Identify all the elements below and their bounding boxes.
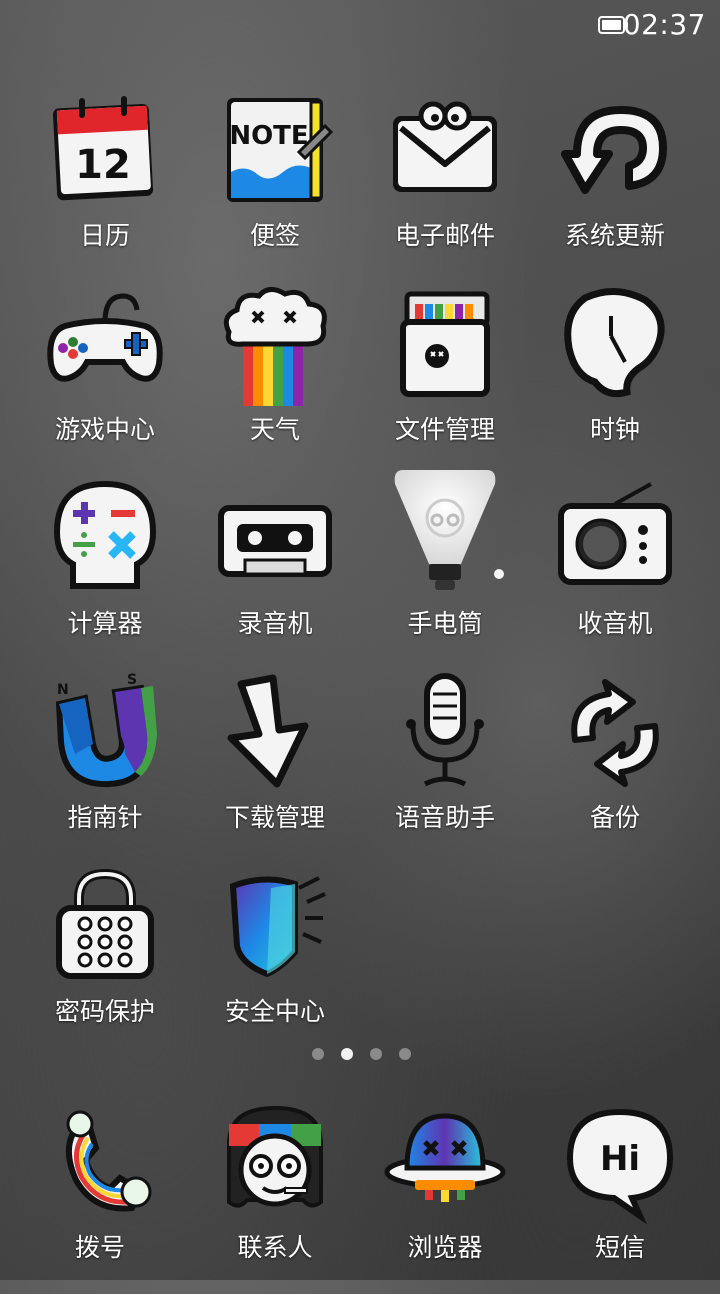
sync-arrows-icon [571, 679, 659, 787]
app-email[interactable]: 电子邮件 [360, 92, 530, 282]
app-label: 录音机 [237, 609, 313, 638]
melting-clock-icon [564, 287, 665, 398]
app-label: 备份 [589, 803, 640, 832]
app-password-protection[interactable]: 密码保护 [20, 868, 190, 1058]
app-label: 计算器 [67, 609, 143, 638]
status-bar: 02:37 [0, 0, 720, 54]
app-label: 下载管理 [224, 803, 325, 832]
app-label: 手电筒 [407, 609, 483, 638]
radio-icon [558, 482, 672, 585]
calculator-skull-icon [53, 480, 157, 589]
page-indicator[interactable] [308, 1048, 412, 1062]
gamepad-icon [47, 293, 163, 382]
dock-contacts[interactable]: 联系人 [190, 1104, 360, 1294]
app-notes[interactable]: NOTE 便签 [190, 92, 360, 282]
dock-messages[interactable]: Hi 短信 [535, 1104, 705, 1294]
svg-text:N: N [57, 682, 69, 698]
app-label: 游戏中心 [54, 415, 155, 444]
app-label: 拨号 [74, 1233, 125, 1262]
page-dot-active[interactable] [341, 1048, 353, 1060]
app-compass[interactable]: N S 指南针 [20, 672, 190, 864]
calendar-day-number: 12 [75, 142, 131, 188]
status-time: 02:37 [622, 8, 706, 41]
speech-bubble-text: Hi [600, 1139, 640, 1179]
app-label: 便签 [249, 221, 300, 250]
app-clock[interactable]: 时钟 [530, 286, 700, 476]
file-box-icon [400, 291, 490, 397]
app-calendar[interactable]: 12 日历 [20, 92, 190, 282]
note-icon-text: NOTE [229, 121, 308, 151]
app-game-center[interactable]: 游戏中心 [20, 286, 190, 476]
app-label: 联系人 [237, 1233, 313, 1262]
phone-icon [66, 1110, 152, 1212]
app-voice-assistant[interactable]: 语音助手 [360, 673, 530, 864]
app-label: 浏览器 [407, 1233, 483, 1262]
padlock-icon [56, 868, 154, 979]
app-system-update[interactable]: 系统更新 [530, 92, 700, 282]
shield-icon [229, 876, 326, 978]
speech-bubble-icon: Hi [566, 1108, 674, 1225]
planet-browser-icon [384, 1113, 506, 1202]
app-download-manager[interactable]: 下载管理 [190, 674, 360, 864]
app-label: 天气 [249, 415, 300, 444]
app-security-center[interactable]: 安全中心 [190, 868, 360, 1058]
rainbow-cloud-icon [223, 287, 327, 406]
page-dot[interactable] [370, 1048, 382, 1060]
app-file-manager[interactable]: 文件管理 [360, 286, 530, 476]
app-calculator[interactable]: 计算器 [20, 480, 190, 670]
app-label: 短信 [594, 1233, 645, 1262]
download-arrow-icon [227, 674, 309, 788]
app-label: 安全中心 [224, 997, 325, 1026]
magnet-icon: N S [55, 672, 157, 788]
app-label: 指南针 [67, 803, 143, 832]
app-recorder[interactable]: 录音机 [190, 480, 360, 670]
app-label: 系统更新 [564, 221, 665, 250]
page-dot[interactable] [312, 1048, 324, 1060]
flashlight-bulb-icon [394, 470, 504, 590]
microphone-icon [406, 673, 484, 787]
app-label: 时钟 [589, 415, 640, 444]
update-arrow-icon [561, 106, 667, 194]
calendar-icon: 12 [52, 96, 154, 201]
dock-phone[interactable]: 拨号 [15, 1104, 185, 1294]
app-radio[interactable]: 收音机 [530, 480, 700, 670]
svg-text:S: S [127, 672, 137, 688]
app-label: 日历 [79, 221, 130, 250]
app-label: 电子邮件 [394, 221, 495, 250]
app-label: 文件管理 [394, 415, 495, 444]
dock-browser[interactable]: 浏览器 [360, 1104, 530, 1294]
email-icon [393, 101, 497, 192]
page-dot[interactable] [399, 1048, 411, 1060]
app-weather[interactable]: 天气 [190, 286, 360, 476]
app-label: 密码保护 [54, 997, 155, 1026]
app-label: 语音助手 [394, 803, 495, 832]
cassette-icon [218, 505, 332, 577]
contact-face-icon [227, 1105, 323, 1208]
app-flashlight[interactable]: 手电筒 [360, 470, 530, 670]
app-backup[interactable]: 备份 [530, 674, 700, 864]
app-label: 收音机 [577, 609, 653, 638]
note-icon: NOTE [227, 98, 334, 202]
